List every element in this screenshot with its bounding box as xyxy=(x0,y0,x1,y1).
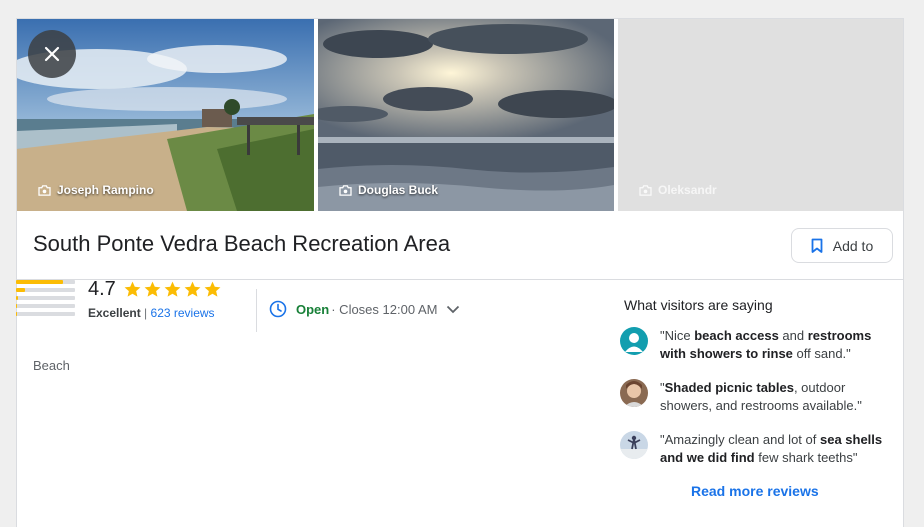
bookmark-icon xyxy=(811,238,823,253)
open-status: Open xyxy=(296,301,330,317)
rating-separator: | xyxy=(144,306,148,320)
photo-credit-name: Oleksandr xyxy=(658,183,717,197)
place-title: South Ponte Vedra Beach Recreation Area xyxy=(33,231,451,256)
photo-credit: Joseph Rampino xyxy=(38,183,154,197)
review-text-part: and xyxy=(778,328,808,343)
visitors-heading: What visitors are saying xyxy=(624,297,773,313)
rating-bar xyxy=(16,304,75,308)
add-to-button[interactable]: Add to xyxy=(791,228,893,263)
rating-bar-fill xyxy=(16,288,25,292)
photo-strip: Joseph Rampino Douglas Buck Oleksandr xyxy=(17,19,903,211)
title-bar: South Ponte Vedra Beach Recreation Area … xyxy=(17,211,903,280)
star-icon xyxy=(204,281,221,297)
review-snippet[interactable]: "Shaded picnic tables, outdoor showers, … xyxy=(620,379,890,415)
review-text-part: few shark teeths" xyxy=(754,450,858,465)
photo-3[interactable]: Oleksandr xyxy=(618,19,903,211)
camera-icon xyxy=(38,184,51,196)
close-button[interactable] xyxy=(28,30,76,78)
review-text-part: "Amazingly clean and lot of xyxy=(660,432,820,447)
rating-bar xyxy=(16,288,75,292)
review-snippet[interactable]: "Nice beach access and restrooms with sh… xyxy=(620,327,890,363)
review-text: "Amazingly clean and lot of sea shells a… xyxy=(660,431,890,467)
photo-credit-name: Douglas Buck xyxy=(358,183,439,197)
avatar xyxy=(620,379,648,407)
camera-icon xyxy=(639,184,652,196)
star-icon xyxy=(164,281,181,297)
review-snippet[interactable]: "Amazingly clean and lot of sea shells a… xyxy=(620,431,890,467)
star-icon xyxy=(144,281,161,297)
rating-line: Excellent | 623 reviews xyxy=(88,306,215,320)
divider xyxy=(256,289,257,332)
rating-bar xyxy=(16,280,75,284)
close-icon xyxy=(44,46,60,62)
hours-row[interactable]: Open · Closes 12:00 AM xyxy=(269,300,460,318)
place-category: Beach xyxy=(33,358,70,373)
rating-bar-fill xyxy=(16,312,18,316)
avatar xyxy=(620,327,648,355)
rating-distribution xyxy=(16,280,75,320)
photo-2[interactable]: Douglas Buck xyxy=(318,19,614,211)
star-icon xyxy=(124,281,141,297)
rating-bar xyxy=(16,296,75,300)
rating-word: Excellent xyxy=(88,306,141,320)
review-text: "Shaded picnic tables, outdoor showers, … xyxy=(660,379,890,415)
review-text-part: off sand." xyxy=(792,346,851,361)
add-to-label: Add to xyxy=(832,237,874,254)
reviews-link[interactable]: 623 reviews xyxy=(151,306,215,320)
review-highlight: Shaded picnic tables xyxy=(664,380,794,395)
review-text: "Nice beach access and restrooms with sh… xyxy=(660,327,890,363)
rating-bar xyxy=(16,312,75,316)
read-more-reviews-link[interactable]: Read more reviews xyxy=(691,483,819,499)
review-highlight: beach access xyxy=(694,328,779,343)
photo-credit-name: Joseph Rampino xyxy=(57,183,154,197)
star-icon xyxy=(184,281,201,297)
rating-score: 4.7 xyxy=(88,278,116,300)
review-text-part: "Nice xyxy=(660,328,695,343)
rating-bar-fill xyxy=(16,304,18,308)
photo-credit: Oleksandr xyxy=(639,183,717,197)
avatar xyxy=(620,431,648,459)
rating-bar-fill xyxy=(16,296,18,300)
chevron-down-icon[interactable] xyxy=(446,305,460,314)
photo-credit: Douglas Buck xyxy=(339,183,438,197)
closing-time: · Closes 12:00 AM xyxy=(331,301,438,317)
camera-icon xyxy=(339,184,352,196)
rating-bar-fill xyxy=(16,280,64,284)
visitor-reviews: What visitors are saying "Nice beach acc… xyxy=(608,297,888,499)
clock-icon xyxy=(269,300,287,318)
rating-stars xyxy=(123,280,222,299)
